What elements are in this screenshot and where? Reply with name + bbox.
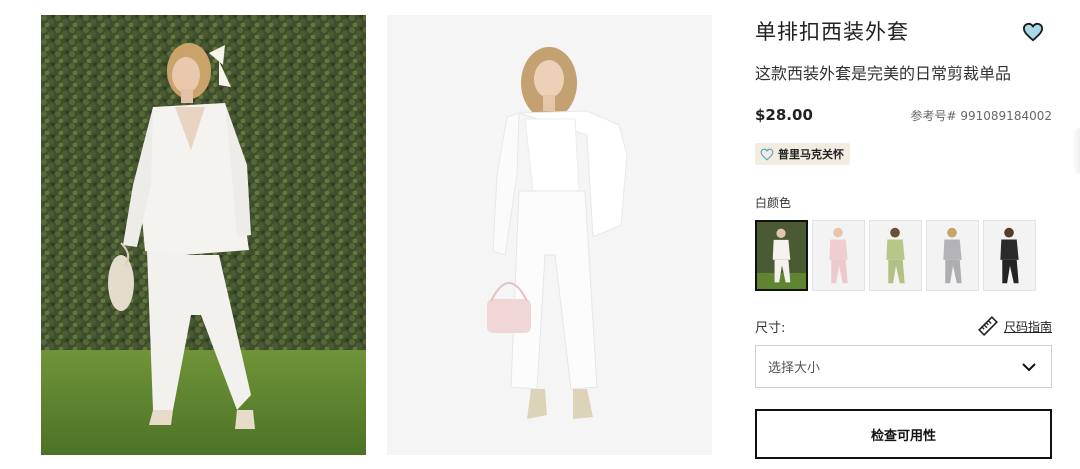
product-title: 单排扣西装外套 — [755, 20, 909, 44]
model-outdoor-photo[interactable] — [41, 15, 366, 455]
heart-outline-icon — [760, 148, 774, 161]
color-swatch-black[interactable] — [983, 220, 1036, 291]
scroll-edge-shadow — [1072, 128, 1080, 174]
size-guide-link[interactable]: 尺码指南 — [978, 316, 1052, 336]
model-studio-photo[interactable] — [387, 15, 712, 455]
color-swatch-pink[interactable] — [812, 220, 865, 291]
product-price: $28.00 — [755, 106, 813, 124]
size-select-placeholder: 选择大小 — [768, 361, 821, 376]
size-label: 尺寸: — [755, 321, 786, 336]
heart-icon[interactable] — [1022, 22, 1044, 42]
chevron-down-icon — [1022, 362, 1036, 371]
primark-cares-badge[interactable]: 普里马克关怀 — [755, 143, 850, 165]
color-swatches — [755, 220, 1036, 291]
ruler-icon — [978, 316, 998, 336]
badge-label: 普里马克关怀 — [778, 148, 844, 161]
check-availability-button[interactable]: 检查可用性 — [755, 409, 1052, 459]
color-swatch-green[interactable] — [869, 220, 922, 291]
size-select[interactable]: 选择大小 — [755, 345, 1052, 388]
product-reference: 参考号# 991089184002 — [910, 109, 1053, 123]
color-swatch-white[interactable] — [755, 220, 808, 291]
size-guide-label: 尺码指南 — [1003, 319, 1052, 334]
color-label: 白颜色 — [755, 196, 792, 210]
product-details-panel: 单排扣西装外套 这款西装外套是完美的日常剪裁单品 $28.00 参考号# 991… — [755, 0, 1052, 469]
product-description: 这款西装外套是完美的日常剪裁单品 — [755, 64, 1012, 83]
color-swatch-grey[interactable] — [926, 220, 979, 291]
